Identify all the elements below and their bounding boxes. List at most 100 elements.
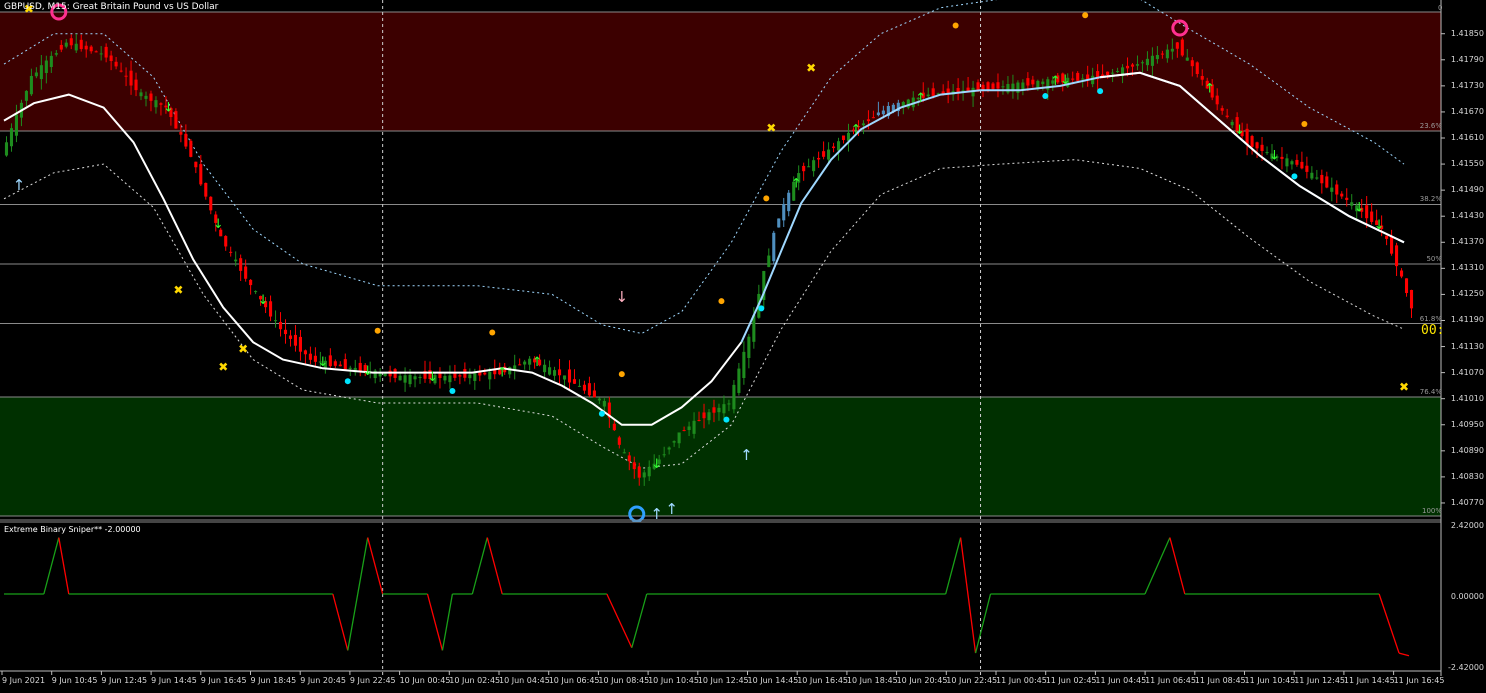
- candle-body: [488, 371, 492, 380]
- candle-body: [548, 367, 552, 375]
- arrow-down-icon: ↓: [1354, 201, 1365, 216]
- time-tick-label: 10 Jun 00:45: [399, 676, 451, 685]
- fib-level-label: 38.2%: [1419, 195, 1442, 204]
- price-tick-label: 1.41850: [1450, 28, 1484, 38]
- arrow-down-icon: ↓: [317, 355, 328, 370]
- arrow-up-icon: ↑: [791, 177, 802, 192]
- candle-body: [1255, 142, 1259, 149]
- price-tick-label: 1.41310: [1450, 263, 1484, 273]
- candle-body: [303, 350, 307, 355]
- price-tick-label: 1.41370: [1450, 237, 1484, 247]
- candle-body: [747, 336, 751, 358]
- candle-body: [1006, 84, 1010, 93]
- candle-body: [577, 385, 582, 387]
- candle-body: [1285, 158, 1289, 167]
- candle-body: [1290, 161, 1294, 165]
- arrow-up-icon: ↑: [532, 355, 543, 370]
- candle-body: [254, 291, 258, 293]
- candle-body: [787, 192, 791, 212]
- time-tick-label: 9 Jun 16:45: [200, 676, 247, 685]
- candle-body: [807, 166, 811, 168]
- chart-title: GBPUSD, M15: Great Britain Pound vs US D…: [4, 2, 219, 12]
- candle-body: [1165, 49, 1169, 59]
- cross-signal-icon: ✖: [218, 360, 228, 374]
- candle-body: [827, 149, 831, 160]
- candle-body: [567, 369, 572, 383]
- price-tick-label: 1.41130: [1450, 341, 1484, 351]
- candle-body: [1409, 289, 1414, 309]
- candle-body: [224, 236, 228, 247]
- candle-body: [662, 454, 666, 456]
- price-chart[interactable]: ✖✖✖✖✖✖✖↓↓↓↓↓ ↓↓↓↓↓↓↓↑↑↑↑↑↑ ↑↑↑↑ ↑↓: [0, 0, 1486, 689]
- signal-dot-cyan: [449, 387, 456, 394]
- price-tick-label: 1.41250: [1450, 289, 1484, 299]
- candle-body: [134, 79, 138, 91]
- arrow-up-icon: ↑: [915, 91, 926, 106]
- candle-body: [687, 426, 691, 431]
- time-tick-label: 9 Jun 2021: [2, 676, 46, 685]
- candle-body: [194, 161, 198, 168]
- candle-body: [1150, 55, 1154, 66]
- candle-body: [1365, 205, 1369, 219]
- signal-dot-cyan: [344, 378, 351, 385]
- time-tick-label: 10 Jun 22:45: [946, 676, 998, 685]
- candle-body: [1404, 278, 1409, 294]
- signal-dot-cyan: [598, 410, 605, 417]
- fib-level-label: 100%: [1421, 507, 1442, 515]
- candle-body: [926, 94, 930, 97]
- price-tick-label: 1.41190: [1450, 315, 1484, 325]
- candle-body: [1111, 72, 1115, 74]
- arrow-up-icon: ↑: [13, 176, 26, 194]
- osc-tick-mid: 0.00000: [1450, 592, 1484, 601]
- candle-body: [89, 46, 93, 52]
- candle-body: [617, 437, 621, 445]
- candle-body: [413, 376, 417, 380]
- candle-body: [832, 146, 836, 149]
- price-tick-label: 1.41070: [1450, 367, 1484, 377]
- candle-body: [1250, 136, 1254, 147]
- time-tick-label: 10 Jun 08:45: [598, 676, 650, 685]
- candle-body: [1335, 184, 1339, 195]
- price-tick-label: 1.41790: [1450, 54, 1484, 64]
- candle-body: [871, 117, 875, 119]
- candle-body: [483, 372, 487, 375]
- candle-body: [866, 119, 870, 122]
- signal-dot-orange: [1082, 12, 1089, 19]
- candle-body: [458, 375, 462, 377]
- candle-body: [553, 370, 557, 376]
- candle-body: [1001, 86, 1005, 88]
- candle-body: [1175, 42, 1179, 49]
- price-tick-label: 1.40890: [1450, 445, 1484, 455]
- candle-body: [1160, 53, 1164, 55]
- arrow-up-icon: ↑: [740, 446, 753, 464]
- candle-body: [861, 123, 865, 126]
- candle-body: [702, 412, 706, 419]
- time-tick-label: 9 Jun 20:45: [300, 676, 346, 685]
- price-tick-label: 1.41730: [1450, 80, 1484, 90]
- candle-body: [408, 374, 412, 385]
- resistance-zone: [0, 12, 1441, 132]
- candle-body: [269, 301, 273, 317]
- price-tick-label: 1.41610: [1450, 133, 1484, 142]
- candle-body: [1086, 74, 1090, 80]
- signal-dot-orange: [1301, 120, 1308, 127]
- candle-body: [209, 196, 213, 211]
- candle-body: [672, 441, 676, 443]
- signal-dot-cyan: [758, 305, 765, 312]
- candle-body: [1041, 81, 1045, 85]
- signal-dot-orange: [618, 371, 625, 378]
- candle-body: [767, 255, 771, 268]
- candle-body: [44, 60, 48, 74]
- chart-window[interactable]: ✖ ✖ ✖ ✖ ✖ ✖ ✖ ↓ ↓ ↓ ↓ ↓ ↓ ↓ ↓ ↓ ↓ ↓ ↓ ↑ ↑ ↑ ↑ ↑ ↑ ↑ ↑ ↑ ↑ ↑ ↓ GBPUSD, …: [0, 0, 1486, 689]
- time-tick-label: 11 Jun 10:45: [1244, 676, 1296, 685]
- time-tick-label: 10 Jun 20:45: [896, 676, 948, 685]
- candle-body: [1076, 72, 1080, 81]
- candle-body: [154, 100, 158, 108]
- time-tick-label: 10 Jun 18:45: [846, 676, 898, 685]
- price-tick-label: 1.40950: [1450, 419, 1484, 429]
- candle-body: [348, 367, 352, 369]
- price-tick-label: 1.41670: [1450, 106, 1484, 116]
- candle-body: [1130, 64, 1135, 67]
- price-tick-label: 1.40830: [1450, 471, 1484, 481]
- price-tick-label: 1.41010: [1450, 393, 1484, 403]
